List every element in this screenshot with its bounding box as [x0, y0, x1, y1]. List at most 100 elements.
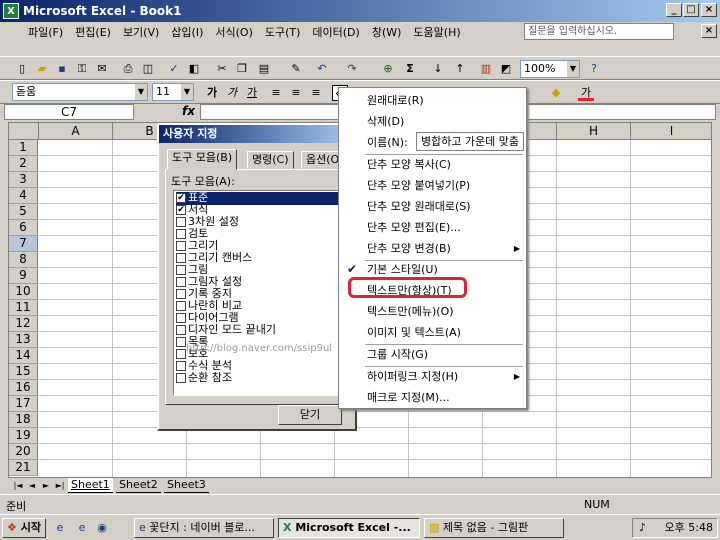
menu-item-image-and-text[interactable]: 이미지 및 텍스트(A) — [339, 322, 526, 343]
print-icon[interactable]: ⎙ — [120, 61, 136, 77]
row-header[interactable]: 17 — [9, 396, 38, 412]
row-header[interactable]: 21 — [9, 460, 38, 476]
row-header[interactable]: 11 — [9, 300, 38, 316]
dialog-close-button[interactable]: 닫기 — [278, 405, 342, 425]
checkbox[interactable]: ✔ — [176, 193, 186, 203]
taskbar-button-blog[interactable]: e 꽃단지 : 네이버 블로... — [134, 518, 274, 538]
checkbox[interactable] — [176, 373, 186, 383]
cut-icon[interactable]: ✂ — [214, 61, 230, 77]
email-icon[interactable]: ✉ — [94, 61, 110, 77]
menu-item-reset[interactable]: 원래대로(R) — [339, 90, 526, 111]
insert-function-icon[interactable]: fx — [182, 104, 195, 118]
paste-icon[interactable]: ▤ — [256, 61, 272, 77]
menu-tools[interactable]: 도구(T) — [259, 24, 307, 40]
zoom-select[interactable]: 100% ▼ — [520, 60, 580, 78]
row-header[interactable]: 4 — [9, 188, 38, 204]
row-header[interactable]: 10 — [9, 284, 38, 300]
menu-insert[interactable]: 삽입(I) — [165, 24, 209, 40]
row-header[interactable]: 3 — [9, 172, 38, 188]
menu-file[interactable]: 파일(F) — [22, 24, 69, 40]
help-search-input[interactable]: 질문을 입력하십시오. — [524, 23, 674, 40]
menu-item-assign-macro[interactable]: 매크로 지정(M)... — [339, 387, 526, 408]
excel-app-icon[interactable]: X — [3, 3, 19, 19]
checkbox[interactable] — [176, 217, 186, 227]
row-header[interactable]: 6 — [9, 220, 38, 236]
open-icon[interactable]: ▰ — [34, 61, 50, 77]
column-header[interactable]: I — [631, 123, 711, 140]
checkbox[interactable] — [176, 349, 186, 359]
menu-edit[interactable]: 편집(E) — [69, 24, 117, 40]
research-icon[interactable]: ◧ — [186, 61, 202, 77]
menu-item-paste-image[interactable]: 단추 모양 붙여넣기(P) — [339, 175, 526, 196]
taskbar-button-excel[interactable]: X Microsoft Excel -... — [278, 518, 420, 538]
bold-button[interactable]: 가 — [204, 85, 220, 101]
menu-item-text-only-menus[interactable]: 텍스트만(메뉴)(O) — [339, 301, 526, 322]
row-header[interactable]: 16 — [9, 380, 38, 396]
help-icon[interactable]: ? — [586, 61, 602, 77]
checkbox[interactable] — [176, 241, 186, 251]
row-header[interactable]: 8 — [9, 252, 38, 268]
row-header[interactable]: 9 — [9, 268, 38, 284]
row-header[interactable]: 20 — [9, 444, 38, 460]
menu-window[interactable]: 창(W) — [366, 24, 408, 40]
print-preview-icon[interactable]: ◫ — [140, 61, 156, 77]
minimize-button[interactable]: _ — [666, 3, 682, 17]
redo-icon[interactable]: ↷ — [344, 61, 360, 77]
checkbox[interactable] — [176, 301, 186, 311]
fill-color-icon[interactable]: ◆ — [548, 85, 564, 101]
menu-item-delete[interactable]: 삭제(D) — [339, 111, 526, 132]
menu-item-change-image[interactable]: 단추 모양 변경(B) ▶ — [339, 238, 526, 259]
permission-icon[interactable]: ⚿ — [74, 61, 90, 77]
copy-icon[interactable]: ❐ — [234, 61, 250, 77]
checkbox[interactable] — [176, 325, 186, 335]
row-header[interactable]: 14 — [9, 348, 38, 364]
list-item[interactable]: 순환 참조 — [176, 372, 346, 385]
menu-help[interactable]: 도움말(H) — [407, 24, 466, 40]
close-button[interactable]: × — [701, 3, 717, 17]
italic-button[interactable]: 가 — [224, 85, 240, 101]
sheet-tab-active[interactable]: Sheet1 — [68, 478, 113, 493]
tab-toolbars[interactable]: 도구 모음(B) — [167, 149, 238, 170]
checkbox[interactable] — [176, 265, 186, 275]
row-header[interactable]: 12 — [9, 316, 38, 332]
sort-ascending-icon[interactable]: ↓ — [430, 61, 446, 77]
save-icon[interactable]: ▪ — [54, 61, 70, 77]
select-all-corner[interactable] — [9, 123, 39, 140]
ie-quicklaunch-icon[interactable]: e — [74, 520, 90, 536]
media-quicklaunch-icon[interactable]: ◉ — [94, 520, 110, 536]
last-sheet-icon[interactable]: ►| — [52, 478, 68, 494]
row-header[interactable]: 18 — [9, 412, 38, 428]
menu-item-begin-group[interactable]: 그룹 시작(G) — [339, 344, 526, 365]
menu-view[interactable]: 보기(V) — [117, 24, 165, 40]
column-header[interactable]: H — [557, 123, 631, 140]
checkbox[interactable] — [176, 289, 186, 299]
align-left-icon[interactable]: ≡ — [268, 85, 284, 101]
ie-quicklaunch-icon[interactable]: e — [52, 520, 68, 536]
align-right-icon[interactable]: ≡ — [308, 85, 324, 101]
name-box[interactable]: C7 — [4, 104, 134, 120]
autosum-icon[interactable]: Σ — [402, 61, 418, 77]
menu-item-edit-image[interactable]: 단추 모양 편집(E)... — [339, 217, 526, 238]
workbook-close-button[interactable]: × — [701, 24, 717, 38]
row-header[interactable]: 15 — [9, 364, 38, 380]
checkbox[interactable] — [176, 253, 186, 263]
sheet-tab[interactable]: Sheet3 — [164, 478, 209, 493]
checkbox[interactable] — [176, 337, 186, 347]
row-header[interactable]: 13 — [9, 332, 38, 348]
name-field-input[interactable]: 병합하고 가운데 맞춤 — [416, 132, 524, 151]
column-header[interactable]: A — [39, 123, 113, 140]
menu-format[interactable]: 서식(O) — [209, 24, 258, 40]
row-header[interactable]: 1 — [9, 140, 38, 156]
clock[interactable]: 오후 5:48 — [665, 521, 713, 534]
speaker-icon[interactable]: ♪ — [639, 519, 646, 537]
row-header[interactable]: 2 — [9, 156, 38, 172]
checkbox[interactable] — [176, 313, 186, 323]
font-color-button[interactable]: 가 — [578, 85, 594, 101]
checkbox[interactable] — [176, 277, 186, 287]
taskbar-button-paint[interactable]: ▨ 제목 없음 - 그림판 — [424, 518, 564, 538]
menu-data[interactable]: 데이터(D) — [306, 24, 365, 40]
spelling-icon[interactable]: ✓ — [166, 61, 182, 77]
chevron-down-icon[interactable]: ▼ — [566, 61, 579, 77]
drawing-icon[interactable]: ◩ — [498, 61, 514, 77]
menu-item-assign-hyperlink[interactable]: 하이퍼링크 지정(H) ▶ — [339, 366, 526, 387]
